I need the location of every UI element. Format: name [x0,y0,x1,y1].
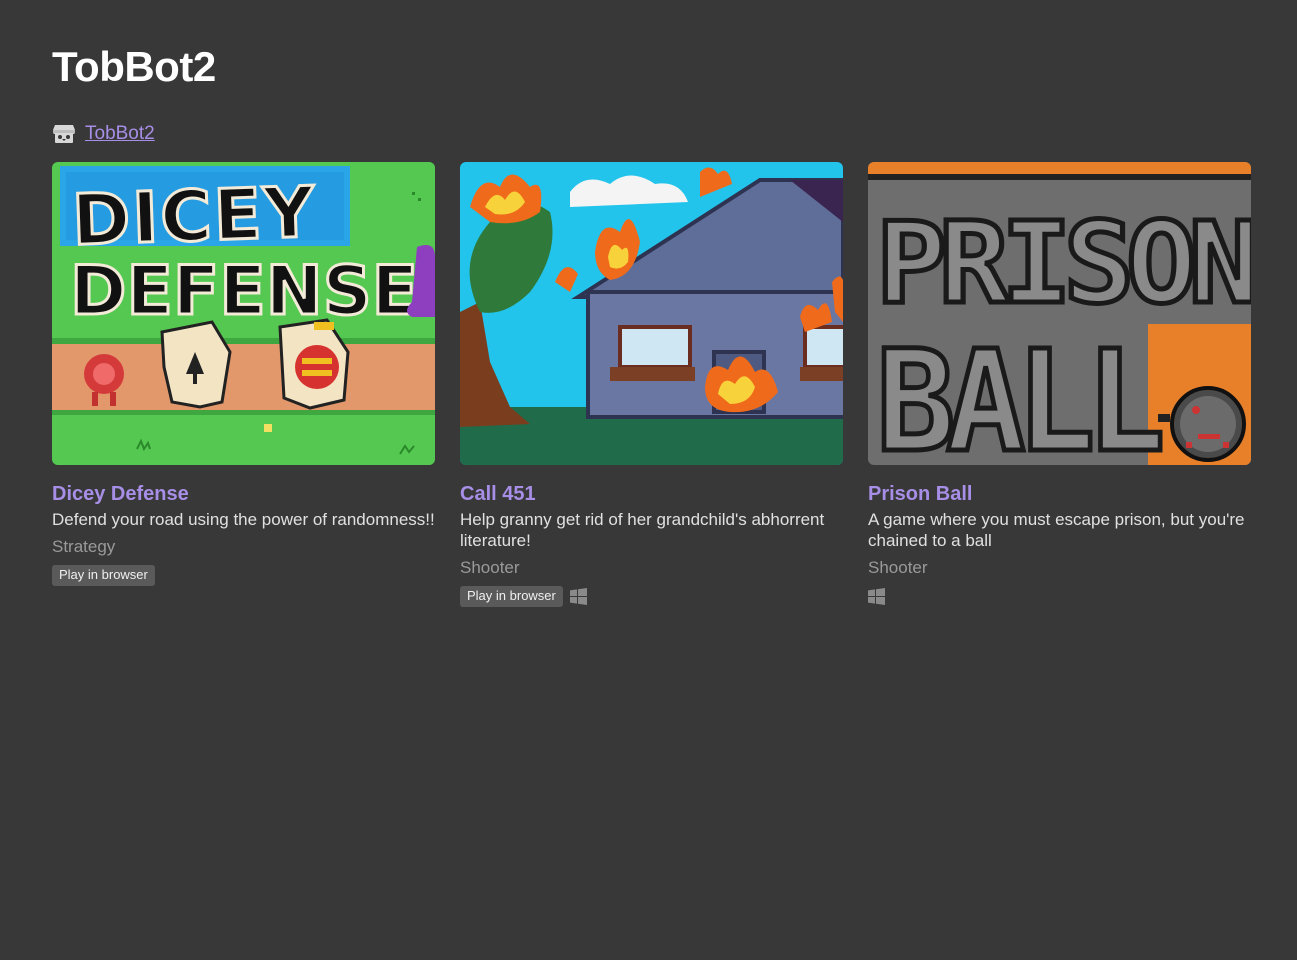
play-in-browser-badge: Play in browser [52,564,155,586]
game-card: PRISON BALL Prison Ball A game where you… [868,162,1251,607]
prison-title-line2: BALL [876,321,1160,465]
windows-icon [569,587,587,605]
platform-list: Play in browser [460,585,843,607]
game-genre: Shooter [868,558,928,577]
game-title-link[interactable]: Dicey Defense [52,482,435,506]
play-in-browser-badge: Play in browser [460,585,563,607]
platform-list [868,585,1251,607]
game-thumbnail[interactable]: DICEY DEFENSE [52,162,435,465]
prison-title-line1: PRISON [876,199,1251,329]
game-description: Help granny get rid of her grandchild's … [460,510,825,550]
platform-list: Play in browser [52,564,435,586]
dicey-defense-artwork: DICEY DEFENSE [52,162,435,465]
profile-link-row: TobBot2 [52,122,1245,146]
game-title-link[interactable]: Call 451 [460,482,843,506]
call-451-artwork [460,162,843,465]
game-description: A game where you must escape prison, but… [868,510,1245,550]
dicey-title-line2: DEFENSE [70,252,418,331]
game-grid: DICEY DEFENSE Dicey Defense Defend your … [52,162,1251,607]
game-card: DICEY DEFENSE Dicey Defense Defend your … [52,162,435,607]
game-description: Defend your road using the power of rand… [52,510,435,529]
page-title: TobBot2 [52,43,216,90]
dicey-title-line1: DICEY [71,171,318,261]
windows-icon [868,587,885,605]
game-genre: Shooter [460,558,520,577]
game-thumbnail[interactable] [460,162,843,465]
profile-link[interactable]: TobBot2 [85,123,155,145]
game-genre: Strategy [52,537,116,556]
prison-ball-artwork: PRISON BALL [868,162,1251,465]
game-thumbnail[interactable]: PRISON BALL [868,162,1251,465]
game-card: Call 451 Help granny get rid of her gran… [460,162,843,607]
itchio-icon [53,125,75,143]
page: TobBot2 TobBot2 DICEY DEFENSE Dicey Defe… [0,0,1297,607]
game-title-link[interactable]: Prison Ball [868,482,1251,506]
